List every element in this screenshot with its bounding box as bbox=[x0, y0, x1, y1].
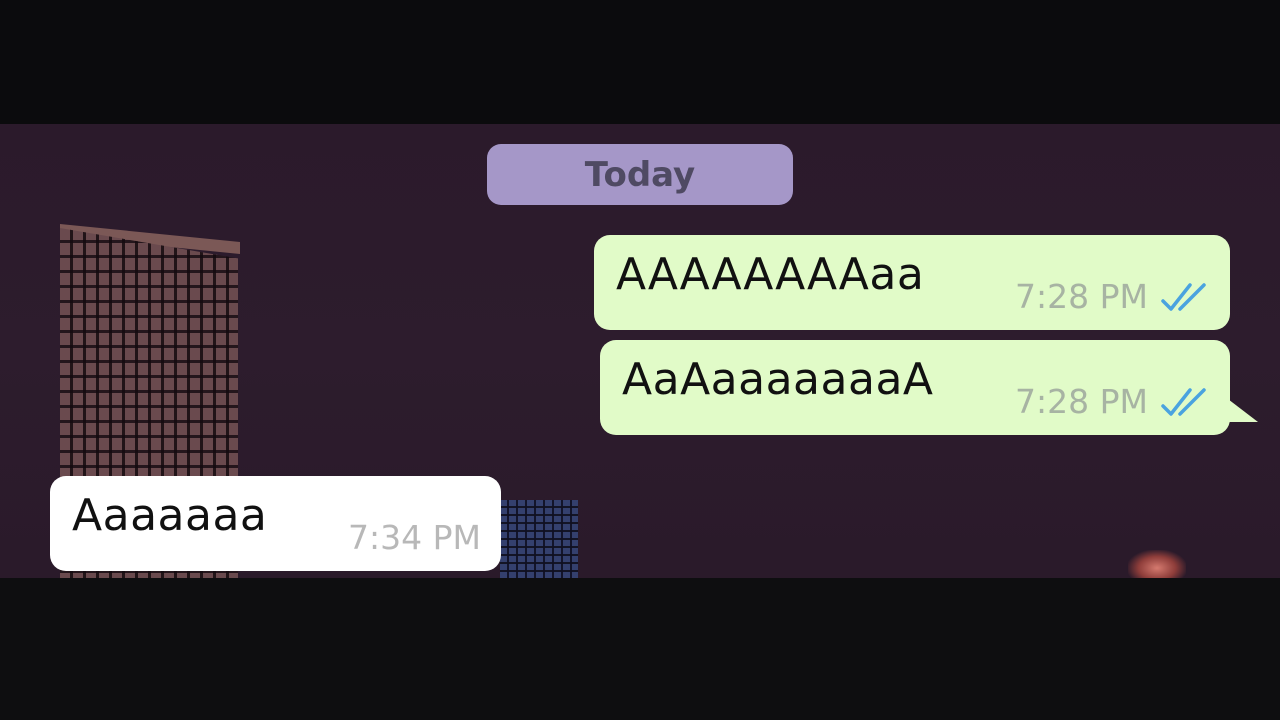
message-time: 7:28 PM bbox=[1015, 277, 1148, 316]
message-text: AAAAAAAAaa bbox=[616, 249, 925, 300]
date-divider: Today bbox=[487, 144, 793, 205]
wallpaper-tower-lights bbox=[1128, 550, 1186, 578]
message-bubble-incoming[interactable]: Aaaaaaa 7:34 PM bbox=[50, 476, 501, 571]
date-divider-label: Today bbox=[584, 154, 696, 195]
message-time: 7:28 PM bbox=[1015, 382, 1148, 421]
bubble-tail bbox=[1224, 396, 1258, 422]
message-time: 7:34 PM bbox=[348, 518, 481, 557]
letterbox-top bbox=[0, 0, 1280, 124]
chat-area[interactable]: Today AAAAAAAAaa 7:28 PM AaAaaaaaaaA 7:2… bbox=[0, 124, 1280, 578]
message-meta: 7:28 PM bbox=[1015, 277, 1210, 316]
double-check-icon bbox=[1161, 387, 1206, 416]
message-bubble-outgoing[interactable]: AAAAAAAAaa 7:28 PM bbox=[594, 235, 1230, 330]
message-meta: 7:34 PM bbox=[348, 518, 481, 557]
letterbox-bottom bbox=[0, 578, 1280, 720]
message-text: Aaaaaaa bbox=[72, 490, 268, 541]
video-frame: Today AAAAAAAAaa 7:28 PM AaAaaaaaaaA 7:2… bbox=[0, 0, 1280, 720]
double-check-icon bbox=[1161, 282, 1206, 311]
message-meta: 7:28 PM bbox=[1015, 382, 1210, 421]
message-bubble-outgoing[interactable]: AaAaaaaaaaA 7:28 PM bbox=[600, 340, 1230, 435]
wallpaper-building-mid bbox=[500, 500, 578, 578]
message-text: AaAaaaaaaaA bbox=[622, 354, 934, 405]
